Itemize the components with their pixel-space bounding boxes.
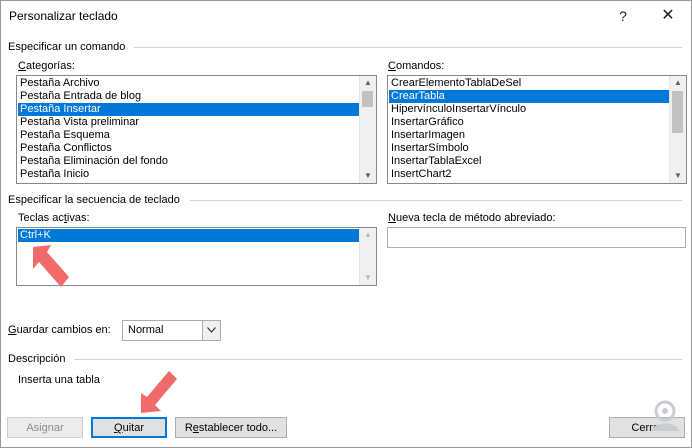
save-changes-value: Normal (128, 324, 164, 336)
customize-keyboard-dialog: Personalizar teclado ? ✕ Especificar un … (0, 0, 692, 448)
save-changes-select[interactable]: Normal (122, 320, 221, 341)
site-logo (645, 397, 685, 431)
list-item[interactable]: Pestaña Conflictos (18, 142, 359, 155)
list-item[interactable]: InsertarSímbolo (389, 142, 669, 155)
list-item[interactable]: Pestaña Esquema (18, 129, 359, 142)
section-specify-command-label: Especificar un comando (8, 41, 126, 53)
list-item[interactable]: InsertarImagen (389, 129, 669, 142)
title-bar: Personalizar teclado ? ✕ (1, 1, 691, 31)
list-item[interactable]: HipervínculoInsertarVínculo (389, 103, 669, 116)
reset-all-button[interactable]: Restablecer todo... (175, 417, 287, 438)
commands-scrollbar[interactable]: ▲ ▼ (669, 76, 686, 183)
new-shortcut-label: Nueva tecla de método abreviado: (388, 212, 556, 224)
arrow-annotation-icon (141, 371, 177, 413)
assign-button[interactable]: Asignar (7, 417, 83, 438)
chevron-down-icon[interactable] (202, 321, 220, 340)
section-key-sequence-label: Especificar la secuencia de teclado (8, 194, 180, 206)
categories-scrollbar[interactable]: ▲ ▼ (359, 76, 376, 183)
description-label: Descripción (8, 353, 66, 365)
list-item[interactable]: CrearElementoTablaDeSel (389, 77, 669, 90)
save-changes-label: Guardar cambios en: (8, 324, 111, 336)
list-item[interactable]: Pestaña Eliminación del fondo (18, 155, 359, 168)
scroll-up-icon[interactable]: ▲ (360, 76, 376, 90)
commands-label: Comandos: (388, 60, 445, 72)
list-item[interactable]: InsertChart2 (389, 168, 669, 181)
scroll-up-icon: ▲ (364, 230, 372, 239)
categories-label: Categorías: (18, 60, 75, 72)
scroll-up-icon[interactable]: ▲ (670, 76, 686, 90)
list-item[interactable]: InsertarTablaExcel (389, 155, 669, 168)
help-button[interactable]: ? (608, 5, 638, 27)
scroll-down-icon[interactable]: ▼ (670, 169, 686, 183)
list-item[interactable]: Pestaña Inicio (18, 168, 359, 181)
list-item[interactable]: Pestaña Vista preliminar (18, 116, 359, 129)
scroll-thumb[interactable] (362, 91, 373, 107)
active-keys-label: Teclas activas: (18, 212, 90, 224)
remove-button[interactable]: Quitar (91, 417, 167, 438)
section-divider (74, 359, 682, 360)
list-item[interactable]: Pestaña Entrada de blog (18, 90, 359, 103)
section-divider (190, 200, 682, 201)
arrow-annotation-icon (33, 245, 69, 287)
list-item[interactable]: Pestaña Archivo (18, 77, 359, 90)
scroll-down-icon[interactable]: ▼ (360, 169, 376, 183)
dialog-title: Personalizar teclado (9, 9, 118, 23)
scroll-thumb[interactable] (672, 91, 683, 133)
new-shortcut-input[interactable] (387, 227, 686, 248)
list-item[interactable]: InsertarGráfico (389, 116, 669, 129)
categories-listbox[interactable]: Pestaña Archivo Pestaña Entrada de blog Pe… (16, 75, 377, 184)
close-window-button[interactable]: ✕ (653, 5, 683, 27)
list-item[interactable]: CrearTabla (389, 90, 669, 103)
section-divider (134, 47, 682, 48)
commands-listbox[interactable]: CrearElementoTablaDeSel CrearTabla Hiperví… (387, 75, 687, 184)
description-text: Inserta una tabla (18, 374, 100, 386)
scroll-down-icon: ▼ (364, 273, 372, 282)
active-keys-scrollbar: ▲ ▼ (359, 228, 376, 285)
list-item[interactable]: Pestaña Insertar (18, 103, 359, 116)
